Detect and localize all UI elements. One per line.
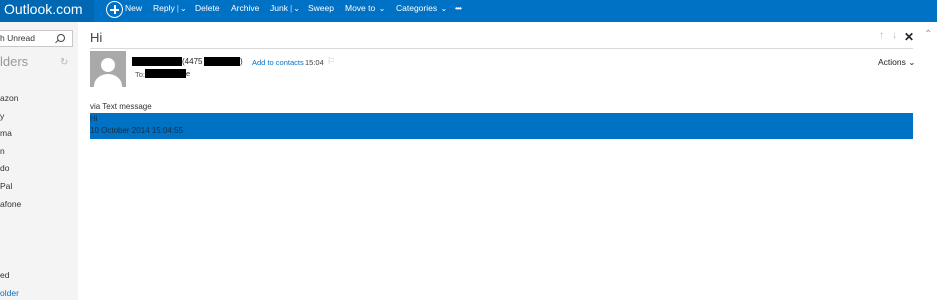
add-to-contacts-link[interactable]: Add to contacts [252,58,304,67]
chevron-down-icon[interactable]: ⌄ [180,4,187,13]
avatar [90,51,126,87]
message-timestamp: 10 October 2014 15:04:55 [90,126,183,135]
search-box[interactable]: h Unread [0,30,73,47]
search-input[interactable]: h Unread [0,33,35,43]
folder-item[interactable]: azon [0,93,18,103]
via-text-message: via Text message [90,102,152,111]
junk-label: Junk [270,3,288,13]
reply-button[interactable]: Reply |⌄ [153,0,187,20]
categories-button[interactable]: Categories ⌄ [396,0,447,20]
junk-button[interactable]: Junk |⌄ [270,0,300,20]
redacted-recipient [145,69,186,78]
chevron-down-icon: ⌄ [378,4,386,13]
message-body-selection: Hi 10 October 2014 15:04:55 [90,113,913,139]
arrow-down-icon[interactable]: ↓ [892,30,897,41]
top-command-bar: Outlook.com New Reply |⌄ Delete Archive J… [0,0,937,22]
categories-label: Categories [396,3,438,13]
refresh-icon[interactable]: ↻ [60,57,68,68]
move-to-label: Move to [345,3,376,13]
split-separator: | [289,3,293,13]
header-divider [90,48,913,49]
sweep-button[interactable]: Sweep [308,0,334,20]
reply-label: Reply [153,3,175,13]
chevron-up-icon[interactable]: ⌃ [924,29,932,40]
folder-item[interactable]: y [0,111,4,121]
chevron-down-icon: ⌄ [440,4,448,13]
folder-item[interactable]: n [0,146,5,156]
folder-item[interactable]: ed [0,270,9,280]
avatar-head [101,58,115,72]
actions-label: Actions [878,57,906,67]
delete-button[interactable]: Delete [195,0,220,20]
archive-button[interactable]: Archive [231,0,259,20]
folder-item[interactable]: do [0,163,9,173]
sender-close-paren: ) [240,57,243,66]
redacted-sender-name [132,57,182,66]
new-button[interactable]: New [125,0,142,20]
flag-icon[interactable]: ⚐ [327,56,335,67]
folder-item[interactable]: Pal [0,181,12,191]
brand-logo[interactable]: Outlook.com [0,0,94,22]
avatar-body [94,74,122,87]
split-separator: | [176,3,179,13]
close-icon[interactable]: ✕ [904,30,914,44]
chevron-down-icon[interactable]: ⌄ [293,4,300,13]
chevron-down-icon: ⌄ [908,57,916,67]
search-icon[interactable] [57,34,65,42]
arrow-up-icon[interactable]: ↑ [879,30,884,41]
message-subject: Hi [90,30,103,45]
message-time: 15:04 [305,58,324,67]
recipient-tail: e [186,69,191,78]
folder-pane: h Unread lders ↻ azon y ma n do Pal afon… [0,22,78,300]
new-plus-icon[interactable] [106,1,123,18]
to-label: To: [135,70,146,79]
folder-item[interactable]: ma [0,128,12,138]
actions-menu-button[interactable]: Actions ⌄ [878,57,915,68]
more-options-button[interactable]: ••• [455,0,462,20]
message-body-text: Hi [90,114,98,123]
sender-number: (4475 [182,57,203,66]
folder-item[interactable]: afone [0,199,21,209]
move-to-button[interactable]: Move to ⌄ [345,0,385,20]
redacted-sender-number [204,57,240,66]
folders-heading[interactable]: lders [0,54,28,69]
new-folder-link[interactable]: older [0,288,19,298]
